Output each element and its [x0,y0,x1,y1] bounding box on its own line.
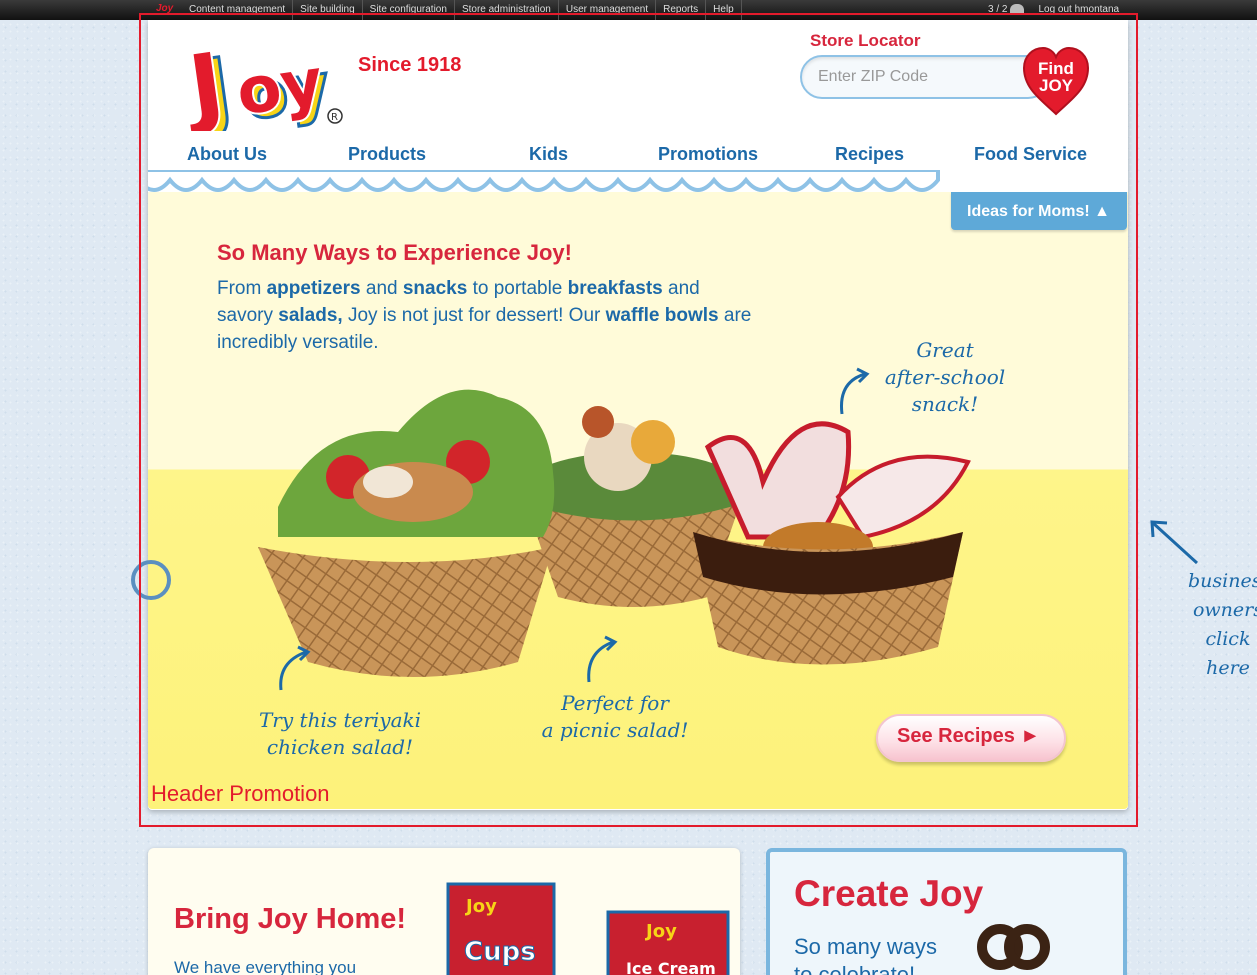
hero-text-bold: salads, [278,305,343,326]
note-line: after-school [884,365,1006,389]
hero-text-part: and [360,278,403,299]
users-icon [1010,4,1025,15]
admin-menu-site-building[interactable]: Site building [293,0,363,20]
side-note-line: owners [1192,599,1257,621]
create-joy-line: to celebrate! [794,962,916,975]
side-note-line: click [1205,628,1251,650]
user-count: 3 / 2 [988,4,1025,16]
scallop-divider [148,170,1128,192]
svg-text:Joy: Joy [644,921,677,942]
admin-logo-icon[interactable]: Joy [156,3,173,14]
find-joy-button[interactable]: Find JOY [1020,44,1092,116]
hero-text: From appetizers and snacks to portable b… [217,275,757,356]
note-line: Great [916,338,974,362]
nav-recipes[interactable]: Recipes [835,144,904,165]
note-line: a picnic salad! [541,718,689,742]
hero-text-part: Joy is not just for dessert! Our [342,305,606,326]
create-joy-title: Create Joy [794,873,984,914]
product-boxes-image: Joy Cups Joy Ice Cream [446,882,730,975]
region-label: Header Promotion [151,781,330,806]
bring-joy-home-text: We have everything you [174,958,357,975]
svg-text:Joy: Joy [464,896,497,917]
bring-joy-home-title: Bring Joy Home! [174,903,407,935]
hero-text-bold: snacks [402,278,468,299]
svg-text:oy: oy [232,45,327,130]
admin-menu-help[interactable]: Help [706,0,742,20]
svg-text:Cups: Cups [464,937,536,967]
admin-toolbar: Joy Content management Site building Sit… [0,0,1257,20]
hero-text-part: From [217,278,267,299]
side-note-line: here [1206,657,1250,679]
admin-menu-content-management[interactable]: Content management [182,0,294,20]
note-picnic: Perfect for a picnic salad! [530,690,700,744]
business-owners-note[interactable]: business owners click here [1188,567,1257,683]
find-joy-label: Find JOY [1038,59,1074,95]
hero-title: So Many Ways to Experience Joy! [217,240,572,265]
user-count-text: 3 / 2 [988,4,1008,16]
see-recipes-button[interactable]: See Recipes ► [876,714,1066,762]
zip-code-input[interactable] [800,55,1050,99]
note-after-school-snack: Great after-school snack! [880,337,1010,418]
admin-menu-site-configuration[interactable]: Site configuration [363,0,455,20]
hero-text-part: to portable [467,278,568,299]
admin-menu-store-administration[interactable]: Store administration [455,0,559,20]
hero-text-bold: waffle bowls [605,305,719,326]
note-line: Try this teriyaki [258,708,422,732]
main-nav: About Us Products Kids Promotions Recipe… [148,140,1128,170]
nav-products[interactable]: Products [348,144,426,165]
create-joy-line: So many ways [794,934,938,959]
carousel-prev-icon[interactable] [131,560,171,600]
joy-logo[interactable]: J J oy oy R [190,26,355,131]
svg-text:R: R [331,112,338,123]
nav-kids[interactable]: Kids [529,144,568,165]
create-joy-text: So many ways to celebrate! [794,933,937,975]
admin-menu-user-management[interactable]: User management [559,0,657,20]
hero-text-bold: appetizers [266,278,361,299]
nav-promotions[interactable]: Promotions [658,144,758,165]
admin-user-area: 3 / 2 Log out hmontana [988,4,1119,15]
note-teriyaki: Try this teriyaki chicken salad! [240,707,440,761]
admin-menu-reports[interactable]: Reports [656,0,707,20]
pretzel-image [977,924,1050,970]
note-line: snack! [911,392,979,416]
logout-link[interactable]: Log out hmontana [1038,4,1119,15]
arrow-icon [1150,520,1199,565]
nav-food-service[interactable]: Food Service [974,144,1087,165]
note-line: chicken salad! [266,735,414,759]
side-note-line: business [1188,570,1257,592]
store-locator-label: Store Locator [810,31,921,50]
admin-menu: Content management Site building Site co… [182,0,742,20]
svg-text:Ice Cream: Ice Cream [626,959,716,975]
since-1918: Since 1918 [358,54,462,76]
note-line: Perfect for [561,691,669,715]
hero-text-bold: breakfasts [567,278,663,299]
nav-about-us[interactable]: About Us [187,144,267,165]
